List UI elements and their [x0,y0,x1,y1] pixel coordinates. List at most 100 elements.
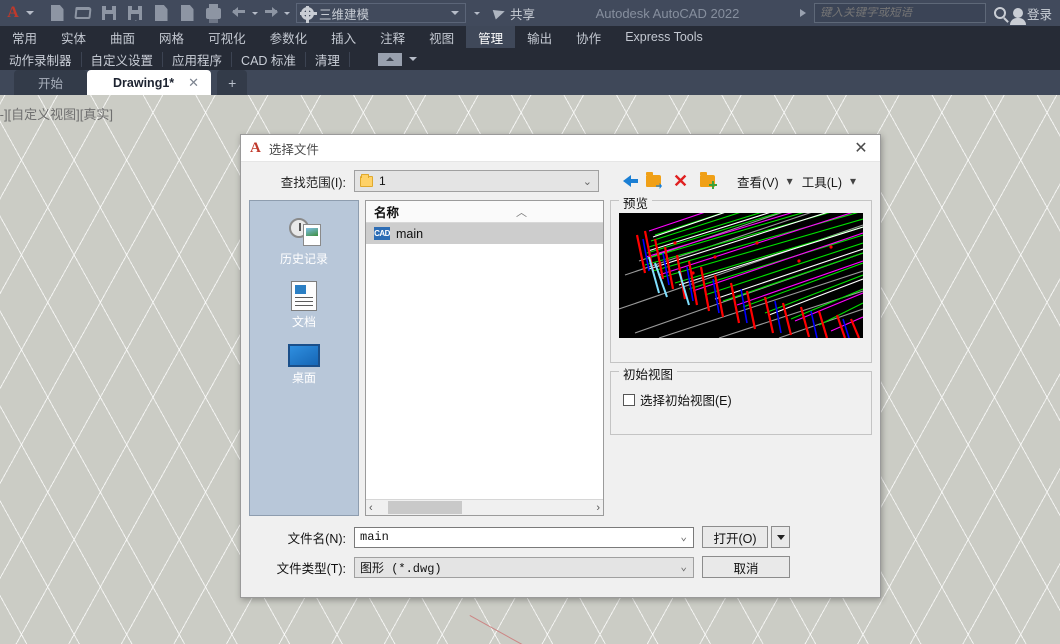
select-file-dialog: A 选择文件 ✕ 查找范围(I): 1 ⌄ ✕ 查看(V) ▾ 工具(L) ▾ [240,134,881,598]
file-type-combo[interactable]: 图形 (*.dwg) ⌄ [354,556,694,578]
view-menu[interactable]: 查看(V) [737,172,779,191]
save-as-icon[interactable] [122,0,148,26]
undo-icon[interactable] [226,0,252,26]
search-box[interactable] [813,3,986,23]
viewport-label[interactable]: [-][自定义视图][真实] [0,104,113,123]
chevron-down-icon[interactable]: ⌄ [583,175,596,188]
preview-group: 预览 [610,193,872,363]
desktop-icon [288,344,320,367]
up-one-level-icon[interactable] [640,169,667,193]
search-input[interactable] [819,7,980,19]
sort-ascending-icon: ︿ [516,207,527,219]
dialog-logo-icon: A [250,139,261,156]
file-type-row: 文件类型(T): 图形 (*.dwg) ⌄ 取消 [249,556,872,578]
open-button[interactable]: 打开(O) [702,526,768,548]
look-in-value: 1 [379,174,386,188]
qat-overflow-chevron-icon[interactable] [474,11,480,15]
open-split-button[interactable] [771,526,790,548]
save-icon[interactable] [96,0,122,26]
ribbon-tab-1[interactable]: 实体 [49,26,98,48]
login-label[interactable]: 登录 [1027,4,1052,23]
dialog-toolbar: ✕ 查看(V) ▾ 工具(L) ▾ [613,169,856,193]
initial-view-checkbox-label: 选择初始视图(E) [640,394,732,408]
app-logo-icon[interactable]: A [0,0,26,26]
initial-view-checkbox-row[interactable]: 选择初始视图(E) [619,384,863,411]
ribbon-tab-5[interactable]: 参数化 [258,26,320,48]
plot-icon[interactable] [200,0,226,26]
scroll-left-icon[interactable]: ‹ [369,502,373,514]
file-tab-label: Drawing1* [113,75,175,90]
file-tab-drawing1[interactable]: Drawing1* ✕ [87,70,212,95]
ribbon-tab-8[interactable]: 视图 [417,26,466,48]
place-documents[interactable]: 文档 [250,276,358,335]
search-icon[interactable] [993,7,1006,19]
horizontal-scrollbar[interactable]: ‹ › [366,499,603,515]
initial-view-group: 初始视图 选择初始视图(E) [610,364,872,435]
back-arrow-icon[interactable] [613,169,640,193]
preview-image [619,213,863,338]
share-button[interactable]: 共享 [492,4,535,23]
dialog-title-bar[interactable]: A 选择文件 ✕ [241,135,880,162]
ribbon-panel-2[interactable]: 应用程序 [163,51,233,68]
app-menu-chevron-icon[interactable] [26,11,34,15]
table-row[interactable]: CAD main [366,223,603,244]
file-type-label: 文件类型(T): [276,561,346,576]
file-tab-start[interactable]: 开始 [14,70,88,95]
view-menu-chevron-icon[interactable]: ▾ [787,174,793,188]
ribbon-panel-3[interactable]: CAD 标准 [232,51,306,68]
ribbon-tab-11[interactable]: 协作 [564,26,613,48]
delete-icon[interactable]: ✕ [667,169,694,193]
place-history[interactable]: 历史记录 [250,213,358,272]
file-type-chevron-icon[interactable]: ⌄ [680,560,691,574]
ribbon-panel-1[interactable]: 自定义设置 [82,51,164,68]
dialog-body: 历史记录 文档 桌面 名称 ︿ CAD main ‹ › 预览 初始视图 选择初… [241,193,880,516]
open-folder-icon[interactable] [70,0,96,26]
ribbon-tab-9[interactable]: 管理 [466,26,516,48]
preview-group-title: 预览 [619,193,653,212]
workspace-selector[interactable]: 三维建模 [296,3,466,23]
places-bar: 历史记录 文档 桌面 [249,200,359,516]
new-folder-icon[interactable] [694,169,721,193]
column-header-name[interactable]: 名称 [374,202,399,221]
workspace-chevron-icon[interactable] [451,11,459,15]
file-name-cell: main [396,226,424,241]
panel-expander-chevron-icon[interactable] [408,57,417,61]
scrollbar-thumb[interactable] [388,501,462,514]
scroll-right-icon[interactable]: › [596,502,600,514]
export-icon[interactable] [148,0,174,26]
file-name-input[interactable]: main ⌄ [354,526,694,548]
file-name-chevron-icon[interactable]: ⌄ [680,530,691,544]
panel-expander-button[interactable] [377,52,402,66]
account-avatar-icon[interactable] [1009,8,1026,25]
ribbon-tab-0[interactable]: 常用 [0,26,49,48]
new-document-icon[interactable] [44,0,70,26]
tools-menu[interactable]: 工具(L) [802,172,842,191]
ribbon-panel-0[interactable]: 动作录制器 [0,51,82,68]
ribbon-tab-3[interactable]: 网格 [147,26,196,48]
import-icon[interactable] [174,0,200,26]
file-list-header[interactable]: 名称 ︿ [366,201,603,223]
ribbon-tab-6[interactable]: 插入 [319,26,368,48]
look-in-combo[interactable]: 1 ⌄ [354,170,599,192]
ribbon-tab-2[interactable]: 曲面 [98,26,147,48]
place-desktop[interactable]: 桌面 [250,339,358,391]
file-list[interactable]: 名称 ︿ CAD main ‹ › [365,200,604,516]
ribbon-tab-12[interactable]: Express Tools [613,26,715,48]
ribbon-tab-bar: 常用 实体 曲面 网格 可视化 参数化 插入 注释 视图 管理 输出 协作 Ex… [0,26,1060,48]
gear-icon [300,5,317,23]
initial-view-checkbox[interactable] [623,393,635,406]
ribbon-tab-7[interactable]: 注释 [368,26,417,48]
cancel-button[interactable]: 取消 [702,556,790,578]
redo-chevron-icon[interactable] [284,11,290,15]
autocad-window: [-][自定义视图][真实] A 三维建模 共享 Autodesk AutoCA [0,0,1060,644]
ribbon-tab-4[interactable]: 可视化 [196,26,258,48]
tools-menu-chevron-icon[interactable]: ▾ [850,174,856,188]
search-expand-icon[interactable] [799,9,806,17]
redo-icon[interactable] [258,0,284,26]
close-icon[interactable]: ✕ [846,135,876,161]
ribbon-tab-10[interactable]: 输出 [515,26,564,48]
new-tab-button[interactable]: + [217,70,248,95]
close-icon[interactable]: ✕ [188,75,199,91]
share-icon [492,6,507,20]
ribbon-panel-4[interactable]: 清理 [306,51,350,68]
